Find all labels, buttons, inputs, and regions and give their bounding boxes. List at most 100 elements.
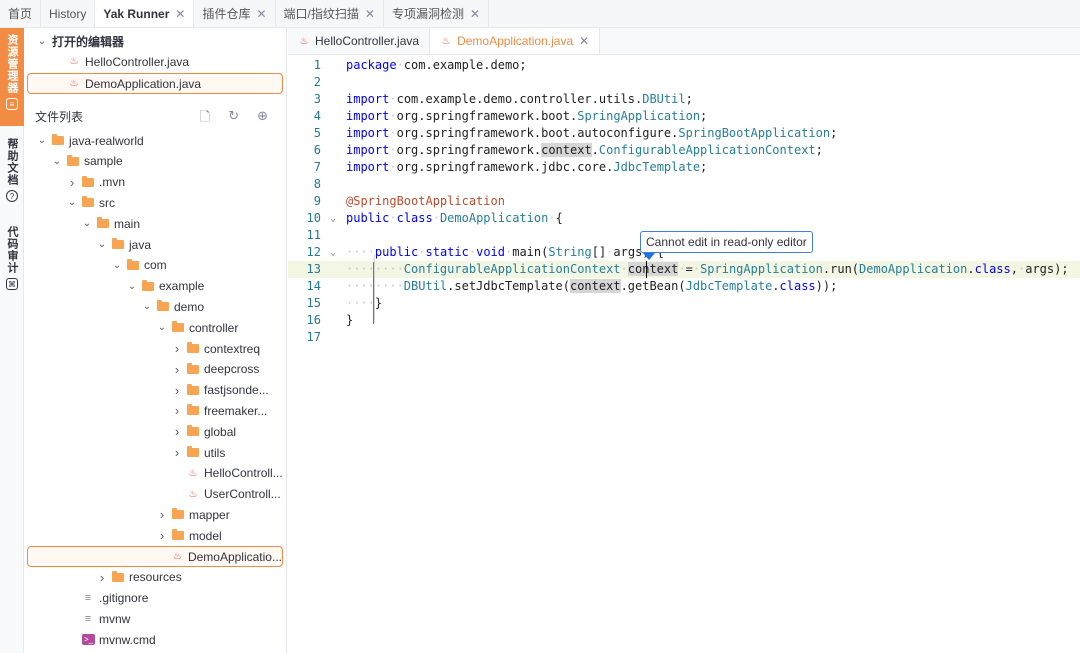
chevron-down-icon[interactable]: ⌄ [36, 135, 48, 146]
new-file-icon[interactable]: 🗋 [200, 108, 210, 130]
code-line[interactable]: 7 import·org.springframework.jdbc.core.Jd… [288, 159, 1080, 176]
resource-manager-label: 资源管理器 [6, 34, 18, 94]
tree-item-folder[interactable]: › utils [171, 442, 226, 463]
code-line[interactable]: 1 package·com.example.demo; [288, 57, 1080, 74]
folder-icon [187, 342, 199, 353]
chevron-right-icon[interactable]: › [171, 383, 183, 398]
code-audit-tab[interactable]: 代码审计 ⌘ [0, 220, 24, 298]
chevron-right-icon[interactable]: › [171, 362, 183, 377]
code-text: ····} [346, 296, 383, 310]
tree-item-folder[interactable]: › .mvn [66, 172, 125, 193]
code-line[interactable]: 4 import·org.springframework.boot.SpringA… [288, 108, 1080, 125]
tree-item-folder[interactable]: ⌄ java [96, 234, 151, 255]
code-line[interactable]: 13 ········ConfigurableApplicationContext… [288, 261, 1080, 278]
chevron-right-icon[interactable]: › [171, 445, 183, 460]
resource-manager-tab[interactable]: 资源管理器 ≡ [0, 28, 24, 126]
tree-item-label: com [144, 258, 167, 273]
code-line[interactable]: 5 import·org.springframework.boot.autocon… [288, 125, 1080, 142]
tree-item-folder[interactable]: › global [171, 421, 236, 442]
tab-vuln-detection[interactable]: 专项漏洞检测 ✕ [384, 0, 490, 27]
chevron-down-icon[interactable]: ⌄ [66, 197, 78, 208]
tree-item-java[interactable]: ♨ UserControll... [171, 484, 281, 505]
open-editor-item[interactable]: ♨ HelloController.java [68, 51, 280, 72]
refresh-icon[interactable]: ↻ [228, 108, 239, 130]
tab-yak-runner[interactable]: Yak Runner ✕ [95, 0, 195, 27]
terminal-icon: >_ [82, 634, 95, 646]
code-text: import·com.example.demo.controller.utils… [346, 92, 693, 106]
open-editor-item-active[interactable]: ♨ DemoApplication.java [27, 73, 283, 94]
tree-item-java[interactable]: ♨ DemoApplicatio... [27, 546, 283, 567]
code-line[interactable]: 15 ····} [288, 295, 1080, 312]
indent-guide [374, 255, 375, 323]
code-line[interactable]: 9 @SpringBootApplication [288, 193, 1080, 210]
java-icon: ♨ [188, 488, 198, 500]
chevron-down-icon[interactable]: ⌄ [51, 156, 63, 167]
chevron-down-icon[interactable]: ⌄ [96, 239, 108, 250]
add-circle-icon[interactable]: ⊕ [257, 108, 268, 130]
chevron-down-icon[interactable]: ⌄ [81, 218, 93, 229]
tree-item-folder[interactable]: ⌄ com [111, 255, 167, 276]
tree-item-folder[interactable]: › deepcross [171, 359, 260, 380]
java-icon: ♨ [441, 35, 451, 47]
chevron-right-icon[interactable]: › [66, 175, 78, 190]
tab-history[interactable]: History [41, 0, 96, 27]
tree-item-folder[interactable]: › fastjsonde... [171, 380, 269, 401]
open-editors-header[interactable]: ⌄ 打开的编辑器 [36, 31, 124, 52]
folder-icon [52, 134, 64, 145]
tree-item-folder[interactable]: ⌄ example [126, 276, 205, 297]
help-docs-tab[interactable]: 帮助文档 ? [0, 132, 24, 210]
code-line[interactable]: 6 import·org.springframework.context.Conf… [288, 142, 1080, 159]
chevron-right-icon[interactable]: › [171, 403, 183, 418]
tree-item-folder[interactable]: › model [156, 525, 222, 546]
close-icon[interactable]: ✕ [175, 7, 185, 21]
chevron-right-icon[interactable]: › [171, 341, 183, 356]
tree-item-java[interactable]: ♨ HelloControll... [171, 463, 283, 484]
code-line[interactable]: 8 [288, 176, 1080, 193]
chevron-down-icon[interactable]: ⌄ [141, 301, 153, 312]
tab-home[interactable]: 首页 [0, 0, 42, 27]
tree-item-folder[interactable]: ⌄ demo [141, 296, 204, 317]
code-editor: ♨ HelloController.java ♨ DemoApplication… [288, 28, 1080, 653]
chevron-right-icon[interactable]: › [156, 507, 168, 522]
close-icon[interactable]: ✕ [579, 34, 589, 48]
close-icon[interactable]: ✕ [470, 7, 480, 21]
chevron-down-icon[interactable]: ⌄ [111, 260, 123, 271]
close-icon[interactable]: ✕ [256, 7, 266, 21]
code-area[interactable]: 1 package·com.example.demo; 2 3 import·com.e… [288, 57, 1080, 346]
java-icon: ♨ [69, 78, 79, 89]
code-line[interactable]: 2 [288, 74, 1080, 91]
tab-plugin-store[interactable]: 插件仓库 ✕ [194, 0, 276, 27]
tab-history-label: History [49, 6, 87, 21]
fold-chevron-icon[interactable]: ⌄ [330, 210, 336, 227]
tree-item-folder[interactable]: ⌄ src [66, 192, 115, 213]
code-line[interactable]: 17 [288, 329, 1080, 346]
code-line[interactable]: 16} [288, 312, 1080, 329]
tree-item-label: resources [129, 570, 182, 585]
editor-tab-demo-application[interactable]: ♨ DemoApplication.java ✕ [430, 28, 601, 54]
tree-item-folder[interactable]: ⌄ main [81, 213, 140, 234]
chevron-right-icon[interactable]: › [96, 570, 108, 585]
tree-item-folder[interactable]: › resources [96, 567, 182, 588]
code-line[interactable]: 14 ········DBUtil.setJdbcTemplate(context… [288, 278, 1080, 295]
tree-item-folder[interactable]: ⌄ java-realworld [36, 130, 144, 151]
tree-item-folder[interactable]: › mapper [156, 504, 230, 525]
tree-item-file[interactable]: ≡ .gitignore [66, 588, 149, 609]
code-line[interactable]: 10 ⌄ public·class·DemoApplication·{ [288, 210, 1080, 227]
chevron-right-icon[interactable]: › [171, 424, 183, 439]
tree-item-folder[interactable]: › contextreq [171, 338, 260, 359]
tree-item-folder[interactable]: › freemaker... [171, 400, 268, 421]
fold-chevron-icon[interactable]: ⌄ [330, 244, 336, 261]
tree-item-folder[interactable]: ⌄ sample [51, 151, 123, 172]
code-line[interactable]: 3 import·com.example.demo.controller.util… [288, 91, 1080, 108]
tree-item-cmd[interactable]: >_ mvnw.cmd [66, 629, 156, 650]
chevron-down-icon[interactable]: ⌄ [156, 322, 168, 333]
close-icon[interactable]: ✕ [365, 7, 375, 21]
tree-item-folder[interactable]: ⌄ controller [156, 317, 239, 338]
line-number: 16 [306, 313, 321, 327]
tab-port-scan[interactable]: 端口/指纹扫描 ✕ [276, 0, 384, 27]
editor-tab-hello-controller[interactable]: ♨ HelloController.java [288, 28, 431, 54]
chevron-right-icon[interactable]: › [156, 528, 168, 543]
tree-item-label: mapper [189, 507, 230, 522]
chevron-down-icon[interactable]: ⌄ [126, 281, 138, 292]
tree-item-file[interactable]: ≡ mvnw [66, 608, 131, 629]
